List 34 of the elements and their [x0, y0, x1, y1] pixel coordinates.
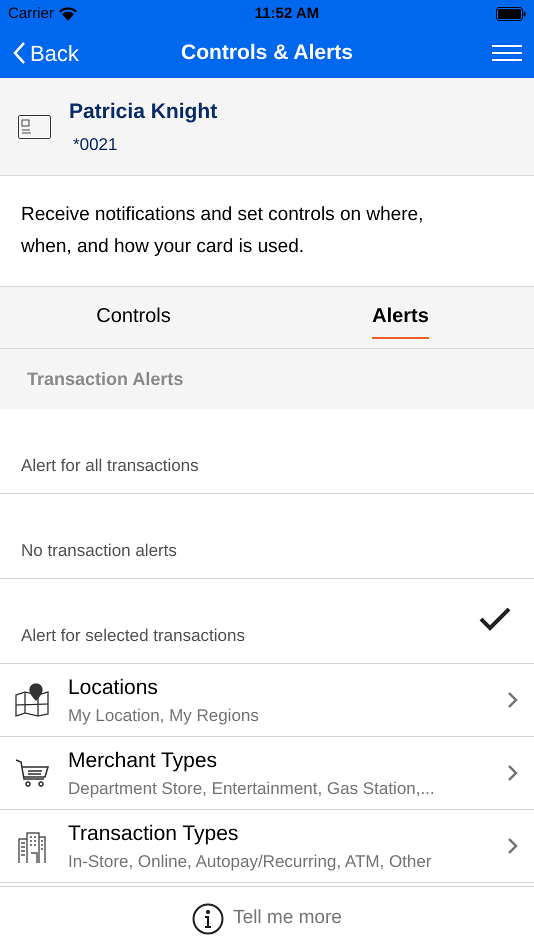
- back-button[interactable]: Back: [12, 36, 122, 70]
- battery-icon: [496, 7, 526, 21]
- map-pin-icon: [15, 683, 49, 717]
- cardholder-name: Patricia Knight: [69, 99, 218, 125]
- category-title: Locations: [68, 674, 159, 700]
- alert-option[interactable]: No transaction alerts: [0, 494, 534, 579]
- info-icon: [192, 902, 224, 934]
- category-subtitle: In-Store, Online, Autopay/Recurring, ATM, Other: [68, 851, 432, 873]
- chevron-right-icon: [507, 837, 519, 855]
- chevron-left-icon: [12, 41, 26, 65]
- cart-icon: [15, 758, 49, 788]
- category-subtitle: Department Store, Entertainment, Gas Station,...: [68, 778, 436, 800]
- category-row[interactable]: Transaction Types In-Store, Online, Autopay/Recurring, ATM, Other: [0, 810, 534, 883]
- alert-option[interactable]: Alert for all transactions: [0, 409, 534, 494]
- description-text: Receive notifications and set controls on where, when, and how your card is used.: [21, 203, 424, 259]
- tab[interactable]: Alerts: [372, 296, 429, 338]
- category-row[interactable]: Locations My Location, My Regions: [0, 664, 534, 737]
- chevron-right-icon: [507, 691, 519, 709]
- credit-card-icon: [18, 114, 51, 138]
- alert-option[interactable]: Alert for selected transactions: [0, 579, 534, 664]
- category-row[interactable]: Merchant Types Department Store, Entertainment, Gas Station,...: [0, 737, 534, 810]
- status-time: 11:52 AM: [254, 4, 320, 24]
- section-title: Transaction Alerts: [27, 368, 184, 390]
- category-subtitle: My Location, My Regions: [68, 705, 260, 727]
- tell-me-more-button[interactable]: Tell me more: [192, 902, 342, 934]
- wifi-icon: [58, 7, 78, 21]
- category-title: Merchant Types: [68, 748, 218, 774]
- chevron-right-icon: [507, 764, 519, 782]
- card-number: *0021: [73, 134, 118, 156]
- tab[interactable]: Controls: [96, 296, 171, 338]
- category-title: Transaction Types: [68, 820, 240, 846]
- menu-icon[interactable]: [492, 45, 522, 61]
- screen-title: Controls & Alerts: [181, 40, 353, 66]
- carrier-label: Carrier: [8, 4, 54, 24]
